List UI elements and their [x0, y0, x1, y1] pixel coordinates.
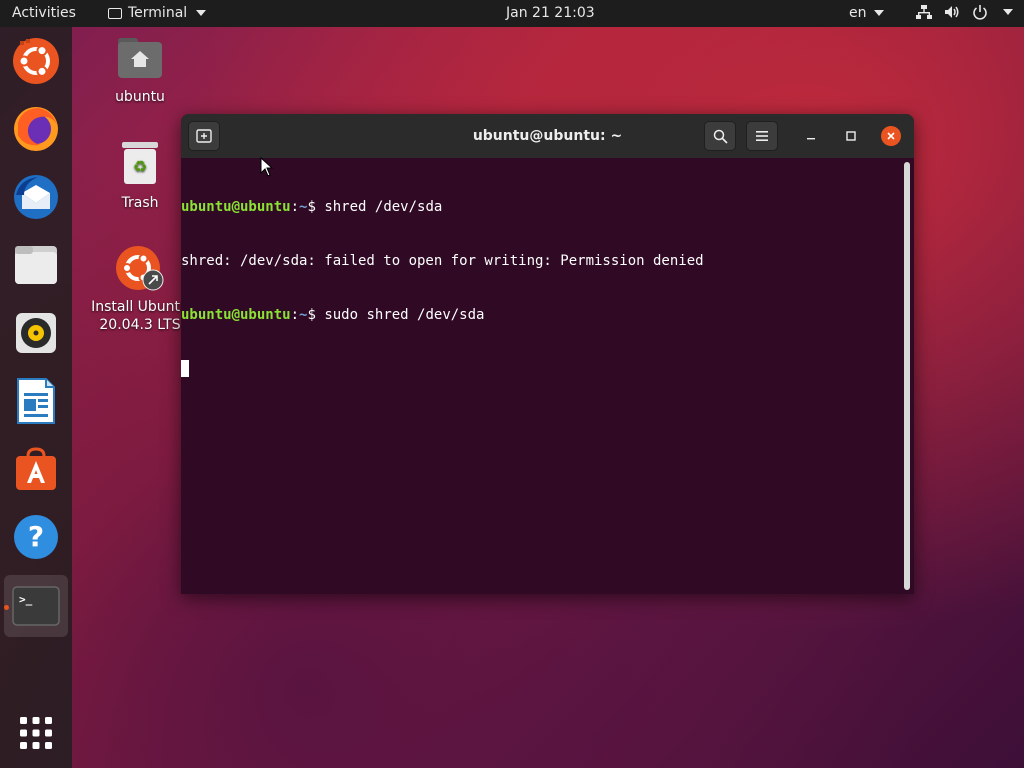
desktop-icon-label: ubuntu: [115, 89, 165, 105]
scrollbar[interactable]: [904, 162, 910, 590]
svg-text:?: ?: [28, 520, 44, 553]
command-text: shred /dev/sda: [324, 199, 443, 215]
desktop-icon-home[interactable]: ubuntu: [100, 36, 180, 106]
active-indicator: [4, 605, 9, 610]
app-grid-icon: [20, 717, 52, 749]
desktop-icon-trash[interactable]: ♻ Trash: [100, 140, 180, 212]
desktop-icon-label: Install Ubuntu: [91, 299, 189, 315]
trash-icon: ♻: [122, 142, 158, 184]
terminal-icon: [108, 7, 122, 19]
close-icon: [887, 132, 895, 140]
prompt-user: ubuntu@ubuntu: [181, 307, 291, 323]
prompt-separator: :: [290, 199, 300, 215]
terminal-window[interactable]: ubuntu@ubuntu: ~ ubuntu@ubuntu:~$ shred …: [181, 114, 914, 594]
firefox-icon: [14, 107, 58, 151]
desktop-icon-label-2: 20.04.3 LTS: [99, 317, 181, 333]
dock-item-files[interactable]: [10, 239, 62, 291]
app-menu-label: Terminal: [128, 5, 188, 21]
activities-button[interactable]: Activities: [12, 5, 76, 21]
terminal-line: shred: /dev/sda: failed to open for writ…: [181, 252, 903, 270]
rhythmbox-icon: [16, 313, 56, 353]
command-text: sudo shred /dev/sda: [324, 307, 485, 323]
terminal-output[interactable]: ubuntu@ubuntu:~$ shred /dev/sda shred: /…: [181, 158, 903, 594]
prompt-symbol: $: [307, 199, 325, 215]
terminal-line: [181, 360, 903, 378]
desktop-icon-label: Trash: [121, 195, 159, 211]
dock-item-libreoffice-writer[interactable]: [10, 375, 62, 427]
ubuntu-installer-icon: [116, 246, 164, 291]
dock-item-help[interactable]: ?: [10, 511, 62, 563]
language-label: en: [849, 5, 867, 21]
maximize-icon: [846, 131, 856, 141]
chevron-down-icon: [873, 10, 884, 16]
hamburger-menu-icon: [756, 131, 768, 141]
dock: ? >_: [0, 27, 72, 768]
dock-item-install-ubuntu[interactable]: [10, 35, 62, 87]
language-selector[interactable]: en: [849, 5, 884, 21]
clock[interactable]: Jan 21 21:03: [506, 5, 595, 21]
title-bar[interactable]: ubuntu@ubuntu: ~: [181, 114, 914, 158]
svg-text:>_: >_: [19, 593, 33, 606]
home-folder-icon: [118, 38, 162, 78]
prompt-user: ubuntu@ubuntu: [181, 199, 291, 215]
files-icon: [15, 246, 57, 284]
maximize-button[interactable]: [841, 126, 861, 146]
software-store-icon: [16, 447, 56, 490]
dock-item-firefox[interactable]: [10, 103, 62, 155]
terminal-line: ubuntu@ubuntu:~$ shred /dev/sda: [181, 198, 903, 216]
dock-item-rhythmbox[interactable]: [10, 307, 62, 359]
volume-icon: [945, 6, 959, 18]
ubuntu-installer-icon: [13, 38, 59, 84]
command-output: shred: /dev/sda: failed to open for writ…: [181, 253, 704, 269]
mouse-pointer-icon: [260, 157, 274, 177]
network-icon: [916, 5, 932, 19]
desktop-icon-install-ubuntu[interactable]: Install Ubuntu 20.04.3 LTS: [90, 244, 190, 334]
menu-button[interactable]: [746, 121, 778, 151]
search-icon: [713, 129, 728, 144]
dock-item-thunderbird[interactable]: [10, 171, 62, 223]
thunderbird-icon: [14, 175, 58, 219]
terminal-line: ubuntu@ubuntu:~$ sudo shred /dev/sda: [181, 306, 903, 324]
terminal-icon: >_: [12, 586, 60, 626]
svg-text:♻: ♻: [133, 157, 147, 176]
close-button[interactable]: [881, 126, 901, 146]
show-applications-button[interactable]: [10, 707, 62, 759]
dock-item-terminal[interactable]: >_: [4, 575, 68, 637]
chevron-down-icon: [196, 10, 207, 16]
prompt-symbol: $: [307, 307, 325, 323]
search-button[interactable]: [704, 121, 736, 151]
dock-item-ubuntu-software[interactable]: [10, 443, 62, 495]
app-menu[interactable]: Terminal: [108, 5, 207, 21]
minimize-icon: [807, 138, 815, 140]
prompt-separator: :: [290, 307, 300, 323]
system-tray[interactable]: [916, 4, 1013, 20]
power-icon: [973, 5, 987, 20]
writer-icon: [17, 378, 55, 424]
minimize-button[interactable]: [801, 126, 821, 146]
help-icon: ?: [14, 515, 58, 559]
top-bar: Activities Terminal Jan 21 21:03 en: [0, 0, 1024, 27]
text-cursor: [181, 360, 189, 377]
chevron-down-icon: [1003, 9, 1013, 15]
